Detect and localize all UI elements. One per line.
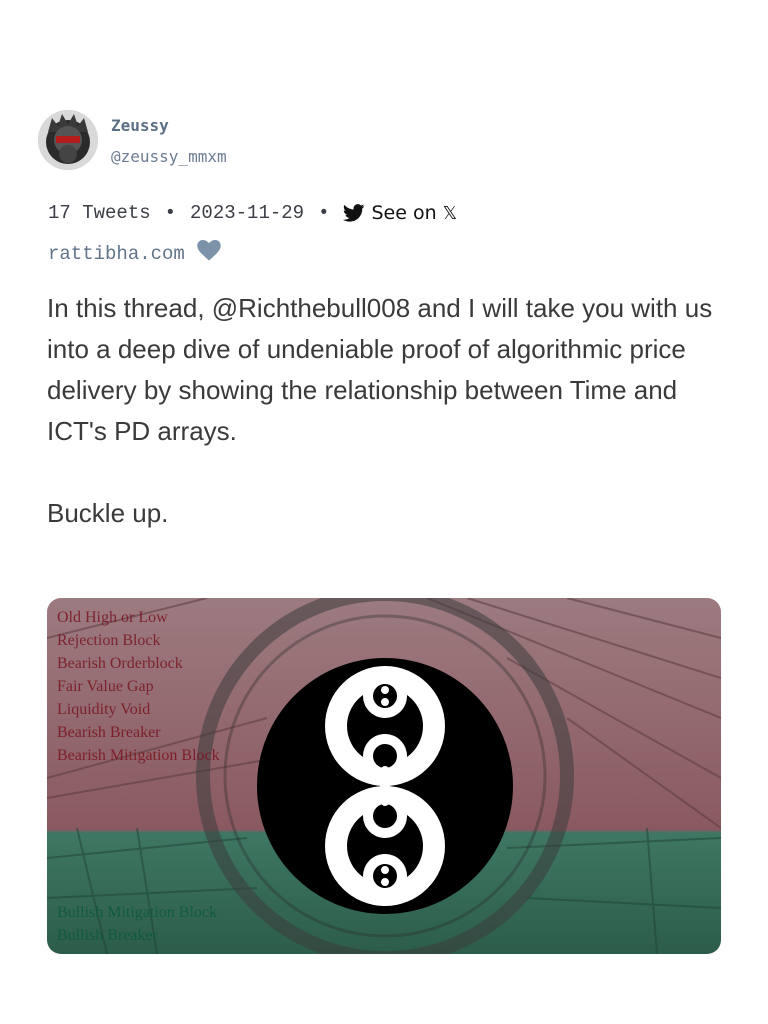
meta-separator: •: [164, 202, 177, 224]
x-logo-icon: 𝕏: [442, 202, 458, 224]
tweet-paragraph: Buckle up.: [47, 498, 169, 528]
bearish-label: Fair Value Gap: [57, 678, 154, 695]
author-handle[interactable]: @zeussy_mmxm: [111, 147, 227, 166]
bearish-label: Rejection Block: [57, 632, 161, 649]
meta-separator: •: [318, 202, 330, 224]
see-on-label: See on: [371, 202, 437, 224]
heart-icon[interactable]: [197, 240, 221, 267]
tweets-count: 17 Tweets: [48, 202, 151, 224]
bullish-label: Bullish Breaker: [57, 927, 159, 944]
bearish-label: Bearish Orderblock: [57, 655, 183, 672]
tweet-body: In this thread, @Richthebull008 and I wi…: [47, 288, 727, 534]
tweet-paragraph: In this thread, @Richthebull008 and I wi…: [47, 293, 713, 446]
source-line: rattibha.com: [48, 240, 221, 267]
twitter-bird-icon: [343, 204, 365, 222]
tweet-header: Zeussy @zeussy_mmxm: [38, 110, 227, 170]
thread-date: 2023-11-29: [190, 202, 305, 224]
author-display-name[interactable]: Zeussy: [111, 116, 227, 135]
media-artwork: Old High or Low Rejection Block Bearish …: [47, 598, 721, 954]
see-on-x-link[interactable]: See on 𝕏: [343, 202, 457, 224]
avatar[interactable]: [38, 110, 98, 170]
thread-meta: 17 Tweets • 2023-11-29 • See on 𝕏: [48, 202, 457, 224]
avatar-image: [38, 110, 98, 170]
tweet-media-image[interactable]: Old High or Low Rejection Block Bearish …: [47, 598, 721, 954]
bearish-label: Bearish Breaker: [57, 724, 161, 741]
bearish-label: Old High or Low: [57, 609, 168, 626]
bearish-label: Liquidity Void: [57, 701, 150, 718]
source-link[interactable]: rattibha.com: [48, 243, 185, 265]
bearish-label: Bearish Mitigation Block: [57, 747, 220, 764]
bullish-label: Bullish Mitigation Block: [57, 904, 217, 921]
